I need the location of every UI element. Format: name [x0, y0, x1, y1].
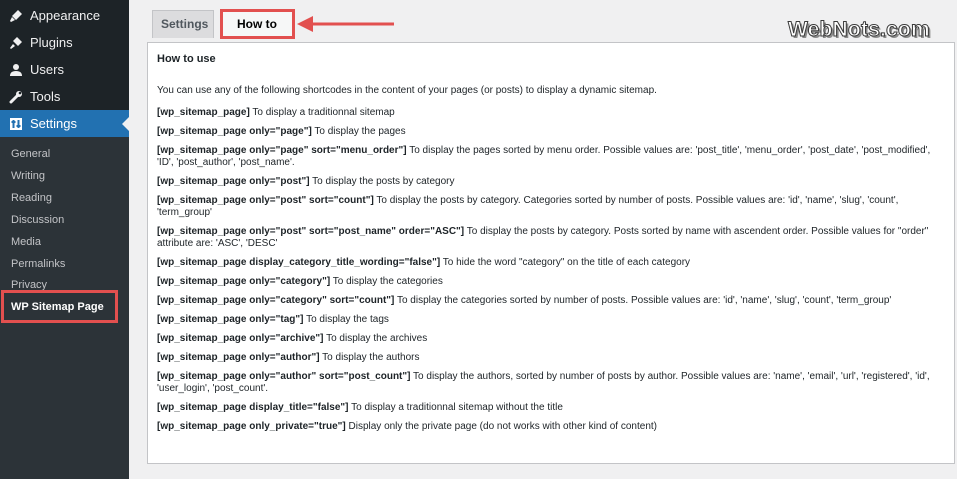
shortcode-item: [wp_sitemap_page only="author"] To displ… [157, 352, 945, 364]
shortcode-code: [wp_sitemap_page only="page" sort="menu_… [157, 145, 407, 156]
shortcode-description: To display the categories sorted by numb… [394, 295, 892, 306]
shortcode-code: [wp_sitemap_page only="page"] [157, 126, 312, 137]
shortcode-description: To display a traditionnal sitemap withou… [348, 402, 563, 413]
wrench-icon [8, 89, 24, 105]
shortcode-list: [wp_sitemap_page] To display a tradition… [157, 107, 945, 433]
submenu-writing[interactable]: Writing [0, 165, 129, 187]
users-icon [8, 62, 24, 78]
shortcode-code: [wp_sitemap_page only_private="true"] [157, 421, 346, 432]
admin-sidebar: Appearance Plugins Users Tools Settings … [0, 0, 130, 479]
shortcode-item: [wp_sitemap_page] To display a tradition… [157, 107, 945, 119]
shortcode-item: [wp_sitemap_page only="author" sort="pos… [157, 371, 945, 395]
submenu-general[interactable]: General [0, 143, 129, 165]
shortcode-code: [wp_sitemap_page only="post" sort="count… [157, 195, 374, 206]
menu-label: Appearance [30, 8, 101, 23]
shortcode-description: To hide the word "category" on the title… [440, 257, 691, 268]
shortcode-code: [wp_sitemap_page only="author" sort="pos… [157, 371, 411, 382]
menu-users[interactable]: Users [0, 56, 129, 83]
shortcode-item: [wp_sitemap_page display_title="false"] … [157, 402, 945, 414]
menu-plugins[interactable]: Plugins [0, 29, 129, 56]
shortcode-item: [wp_sitemap_page only="page"] To display… [157, 126, 945, 138]
menu-appearance[interactable]: Appearance [0, 2, 129, 29]
shortcode-item: [wp_sitemap_page only="category"] To dis… [157, 276, 945, 288]
menu-tools[interactable]: Tools [0, 83, 129, 110]
shortcode-description: To display the categories [330, 276, 443, 287]
settings-icon [8, 116, 24, 132]
panel-intro: You can use any of the following shortco… [157, 85, 657, 96]
submenu-media[interactable]: Media [0, 231, 129, 253]
shortcode-code: [wp_sitemap_page only="author"] [157, 352, 320, 363]
how-to-use-panel: How to use You can use any of the follow… [147, 42, 955, 464]
shortcode-item: [wp_sitemap_page only="post" sort="post_… [157, 226, 945, 250]
menu-label: Tools [30, 89, 61, 104]
tab-settings[interactable]: Settings [152, 10, 214, 38]
shortcode-code: [wp_sitemap_page only="post"] [157, 176, 310, 187]
shortcode-item: [wp_sitemap_page only="archive"] To disp… [157, 333, 945, 345]
shortcode-code: [wp_sitemap_page only="archive"] [157, 333, 324, 344]
menu-label: Plugins [30, 35, 73, 50]
shortcode-item: [wp_sitemap_page only="category" sort="c… [157, 295, 945, 307]
shortcode-item: [wp_sitemap_page only="page" sort="menu_… [157, 145, 945, 169]
menu-label: Users [30, 62, 64, 77]
shortcode-code: [wp_sitemap_page only="post" sort="post_… [157, 226, 465, 237]
shortcode-code: [wp_sitemap_page display_title="false"] [157, 402, 349, 413]
shortcode-description: To display the pages [311, 126, 406, 137]
shortcode-description: To display the posts by category [309, 176, 455, 187]
submenu-reading[interactable]: Reading [0, 187, 129, 209]
shortcode-description: To display the authors [319, 352, 420, 363]
shortcode-item: [wp_sitemap_page only="tag"] To display … [157, 314, 945, 326]
paintbrush-icon [8, 8, 24, 24]
shortcode-code: [wp_sitemap_page display_category_title_… [157, 257, 441, 268]
shortcode-description: Display only the private page (do not wo… [345, 421, 657, 432]
shortcode-code: [wp_sitemap_page only="category" sort="c… [157, 295, 395, 306]
menu-label: Settings [30, 116, 77, 131]
submenu-discussion[interactable]: Discussion [0, 209, 129, 231]
shortcode-code: [wp_sitemap_page only="category"] [157, 276, 331, 287]
shortcode-item: [wp_sitemap_page display_category_title_… [157, 257, 945, 269]
webnots-watermark: WebNots.com [788, 18, 931, 42]
panel-title: How to use [157, 53, 216, 65]
shortcode-code: [wp_sitemap_page only="tag"] [157, 314, 304, 325]
shortcode-description: To display the archives [323, 333, 428, 344]
shortcode-item: [wp_sitemap_page only="post" sort="count… [157, 195, 945, 219]
shortcode-item: [wp_sitemap_page only_private="true"] Di… [157, 421, 945, 433]
shortcode-code: [wp_sitemap_page] [157, 107, 250, 118]
shortcode-description: To display the tags [303, 314, 389, 325]
sitemap-menu-highlight-box [1, 290, 118, 323]
plugin-icon [8, 35, 24, 51]
submenu-permalinks[interactable]: Permalinks [0, 253, 129, 275]
shortcode-item: [wp_sitemap_page only="post"] To display… [157, 176, 945, 188]
menu-settings[interactable]: Settings [0, 110, 130, 137]
arrow-pointer-icon [297, 16, 394, 32]
shortcode-description: To display a traditionnal sitemap [249, 107, 395, 118]
tab-highlight-box [220, 9, 295, 39]
